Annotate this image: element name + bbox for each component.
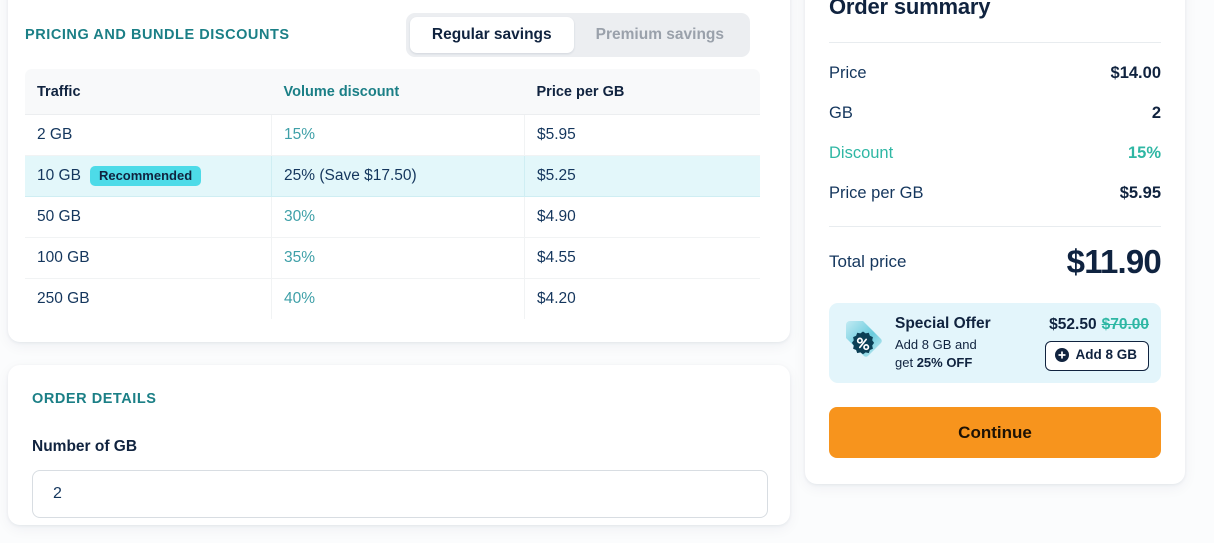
- order-summary-title: Order summary: [829, 0, 991, 19]
- cell-price-per-gb: $4.20: [524, 278, 760, 319]
- special-offer-description: Add 8 GB and get 25% OFF: [895, 336, 997, 371]
- tab-premium-savings[interactable]: Premium savings: [574, 17, 746, 53]
- discount-tag-icon: [841, 316, 885, 360]
- traffic-value: 10 GB: [37, 167, 81, 184]
- traffic-value: 2 GB: [37, 126, 73, 143]
- pricing-table-head: Traffic Volume discount Price per GB: [25, 69, 760, 115]
- cell-traffic: 100 GB: [25, 237, 272, 279]
- column-header-volume-discount: Volume discount: [271, 69, 525, 115]
- add-8gb-button[interactable]: Add 8 GB: [1045, 341, 1149, 371]
- cell-volume-discount: 15%: [271, 114, 525, 156]
- summary-row-price-per-gb: Price per GB $5.95: [829, 184, 1161, 203]
- number-of-gb-input[interactable]: [32, 470, 768, 518]
- cell-volume-discount: 35%: [271, 237, 525, 279]
- pricing-header: PRICING AND BUNDLE DISCOUNTS Regular sav…: [24, 12, 774, 58]
- tab-regular-savings[interactable]: Regular savings: [409, 17, 574, 53]
- recommended-badge: Recommended: [89, 166, 202, 186]
- divider: [829, 42, 1161, 43]
- number-of-gb-label: Number of GB: [32, 438, 138, 455]
- checkout-page: PRICING AND BUNDLE DISCOUNTS Regular sav…: [0, 0, 1214, 543]
- total-price-value: $11.90: [1066, 243, 1162, 280]
- summary-label: GB: [829, 104, 853, 122]
- column-header-price-per-gb: Price per GB: [524, 69, 760, 115]
- order-details-card: ORDER DETAILS Number of GB: [8, 365, 790, 525]
- special-offer-title: Special Offer: [895, 315, 991, 332]
- table-row[interactable]: 50 GB 30% $4.90 Select: [25, 196, 760, 238]
- table-row[interactable]: 100 GB 35% $4.55 Select: [25, 237, 760, 279]
- table-row[interactable]: 10 GB Recommended 25% (Save $17.50) $5.2…: [25, 155, 760, 197]
- cell-price-per-gb: $4.90: [524, 196, 760, 238]
- summary-value: 15%: [1127, 144, 1161, 162]
- pricing-table-body: 2 GB 15% $5.95 Active 10 GB: [25, 114, 760, 319]
- summary-value: $5.95: [1119, 184, 1161, 202]
- continue-button[interactable]: Continue: [829, 407, 1161, 459]
- cell-traffic: 50 GB: [25, 196, 272, 238]
- special-offer-text: Special Offer Add 8 GB and get 25% OFF: [895, 314, 1035, 371]
- total-price-row: Total price $11.90: [829, 243, 1162, 281]
- traffic-value: 250 GB: [37, 290, 90, 307]
- summary-label: Price per GB: [829, 184, 924, 202]
- cell-price-per-gb: $5.25: [524, 155, 760, 197]
- summary-value: $14.00: [1110, 64, 1161, 82]
- offer-price-new: $52.50: [1049, 316, 1097, 333]
- summary-label: Price: [829, 64, 867, 82]
- special-offer-prices: $52.50 $70.00: [1045, 316, 1149, 334]
- special-offer-actions: $52.50 $70.00 Add 8 GB: [1045, 314, 1149, 371]
- add-8gb-label: Add 8 GB: [1075, 347, 1137, 362]
- left-column: PRICING AND BUNDLE DISCOUNTS Regular sav…: [8, 0, 790, 525]
- cell-traffic: 10 GB Recommended: [25, 155, 272, 197]
- order-summary-card: Order summary Price $14.00 GB 2 Discount…: [805, 0, 1185, 485]
- column-header-traffic: Traffic: [25, 69, 272, 115]
- traffic-value: 50 GB: [37, 208, 81, 225]
- summary-row-price: Price $14.00: [829, 64, 1161, 83]
- cell-traffic: 250 GB: [25, 278, 272, 319]
- total-price-label: Total price: [829, 252, 907, 271]
- cell-price-per-gb: $5.95: [524, 114, 760, 156]
- table-row[interactable]: 2 GB 15% $5.95 Active: [25, 114, 760, 156]
- table-row[interactable]: 250 GB 40% $4.20 Select: [25, 278, 760, 319]
- pricing-card: PRICING AND BUNDLE DISCOUNTS Regular sav…: [8, 0, 790, 342]
- savings-tabs: Regular savings Premium savings: [405, 13, 750, 57]
- divider: [829, 226, 1161, 227]
- pricing-table: Traffic Volume discount Price per GB 2 G…: [24, 68, 761, 320]
- offer-price-old: $70.00: [1101, 316, 1149, 333]
- cell-price-per-gb: $4.55: [524, 237, 760, 279]
- order-details-title: ORDER DETAILS: [32, 391, 157, 407]
- special-offer-banner: Special Offer Add 8 GB and get 25% OFF $…: [829, 303, 1161, 384]
- summary-label: Discount: [829, 144, 894, 162]
- summary-row-gb: GB 2: [829, 104, 1161, 123]
- traffic-value: 100 GB: [37, 249, 90, 266]
- page-title: PRICING AND BUNDLE DISCOUNTS: [25, 27, 290, 43]
- plus-circle-icon: [1055, 348, 1070, 363]
- cell-volume-discount: 30%: [271, 196, 525, 238]
- summary-row-discount: Discount 15%: [829, 144, 1161, 163]
- table-header-row: Traffic Volume discount Price per GB: [25, 69, 760, 115]
- special-offer-description-highlight: 25% OFF: [916, 354, 973, 370]
- cell-volume-discount: 40%: [271, 278, 525, 319]
- cell-volume-discount: 25% (Save $17.50): [271, 155, 525, 197]
- cell-traffic: 2 GB: [25, 114, 272, 156]
- summary-value: 2: [1151, 104, 1161, 122]
